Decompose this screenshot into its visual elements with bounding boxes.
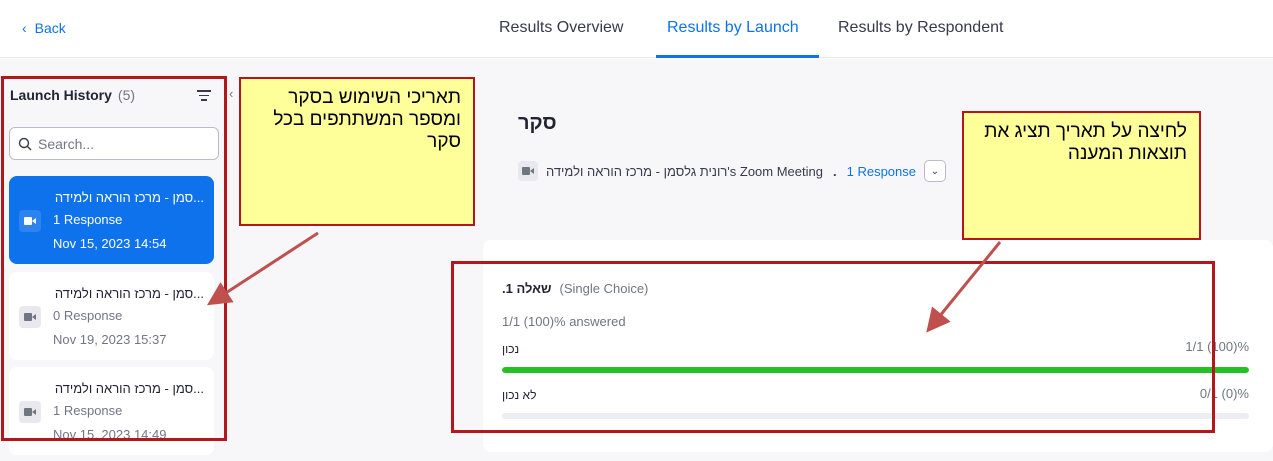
back-label: Back (34, 20, 66, 36)
tab-results-by-launch[interactable]: Results by Launch (667, 19, 799, 37)
annotation-highlight-sidebar (1, 76, 227, 441)
tab-results-overview[interactable]: Results Overview (499, 19, 623, 37)
chevron-left-icon: ‹ (22, 20, 27, 36)
active-tab-indicator (656, 55, 819, 58)
tab-results-by-respondent[interactable]: Results by Respondent (838, 19, 1003, 37)
survey-meta: רונית גלסמן - מרכז הוראה ולמידה's Zoom M… (518, 160, 946, 182)
video-camera-icon (518, 161, 538, 181)
annotation-callout-results: לחיצה על תאריך תציג את תוצאות המענה (962, 111, 1201, 240)
meeting-host: רונית גלסמן - מרכז הוראה ולמידה's Zoom M… (546, 163, 823, 179)
survey-title: סקר (518, 112, 557, 134)
annotation-highlight-results (451, 261, 1215, 433)
chevron-down-icon[interactable]: ⌄ (924, 160, 946, 182)
annotation-callout-launch-history: תאריכי השימוש בסקר ומספר המשתתפים בכל סק… (239, 77, 475, 226)
collapse-sidebar-icon[interactable]: ‹ (229, 86, 233, 101)
responses-link[interactable]: 1 Response (847, 164, 916, 179)
top-navigation (0, 0, 1273, 58)
meta-separator: . (832, 163, 837, 179)
back-link[interactable]: ‹ Back (22, 20, 66, 36)
